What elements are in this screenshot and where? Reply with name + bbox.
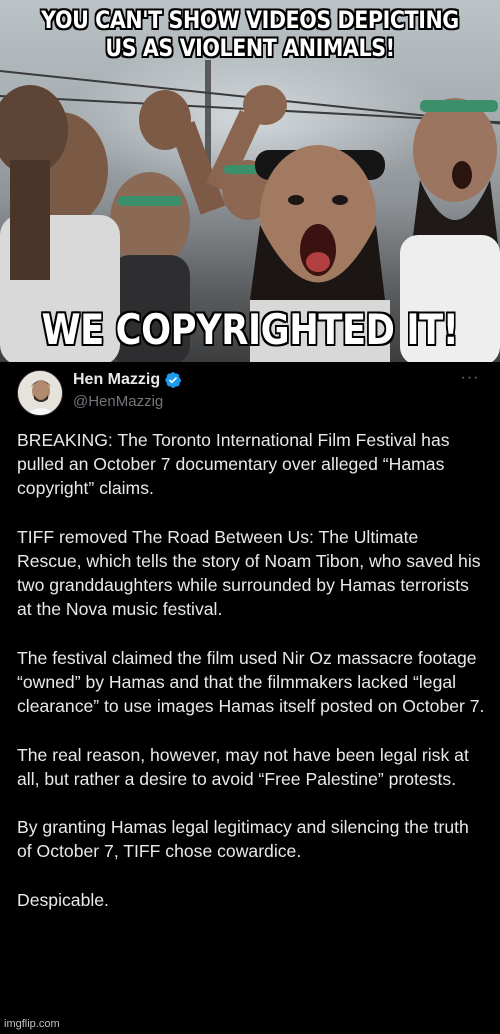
tweet-paragraph: Despicable. <box>17 889 109 910</box>
tweet-card: Hen Mazzig @HenMazzig ··· BREAKING: The … <box>0 362 500 1034</box>
avatar-portrait-icon <box>18 371 62 415</box>
imgflip-watermark: imgflip.com <box>4 1018 60 1030</box>
more-options-button[interactable]: ··· <box>458 368 482 388</box>
meme-bottom-caption: WE COPYRIGHTED IT! <box>41 305 459 354</box>
meme-image: YOU CAN'T SHOW VIDEOS DEPICTING US AS VI… <box>0 0 500 362</box>
tweet-paragraph: The festival claimed the film used Nir O… <box>17 647 485 717</box>
author-name-row[interactable]: Hen Mazzig <box>73 371 182 389</box>
tweet-paragraph: BREAKING: The Toronto International Film… <box>17 430 450 499</box>
author-handle[interactable]: @HenMazzig <box>73 393 163 410</box>
tweet-text: BREAKING: The Toronto International Film… <box>17 428 487 912</box>
tweet-paragraph: The real reason, however, may not have b… <box>17 744 469 789</box>
verified-badge-icon <box>165 372 182 388</box>
tweet-paragraph: TIFF removed The Road Between Us: The Ul… <box>17 526 481 620</box>
tweet-paragraph: By granting Hamas legal legitimacy and s… <box>17 817 469 862</box>
more-horizontal-icon: ··· <box>460 369 480 386</box>
meme-top-caption: YOU CAN'T SHOW VIDEOS DEPICTING US AS VI… <box>41 6 459 62</box>
display-name[interactable]: Hen Mazzig <box>73 371 160 389</box>
avatar[interactable] <box>17 370 63 416</box>
